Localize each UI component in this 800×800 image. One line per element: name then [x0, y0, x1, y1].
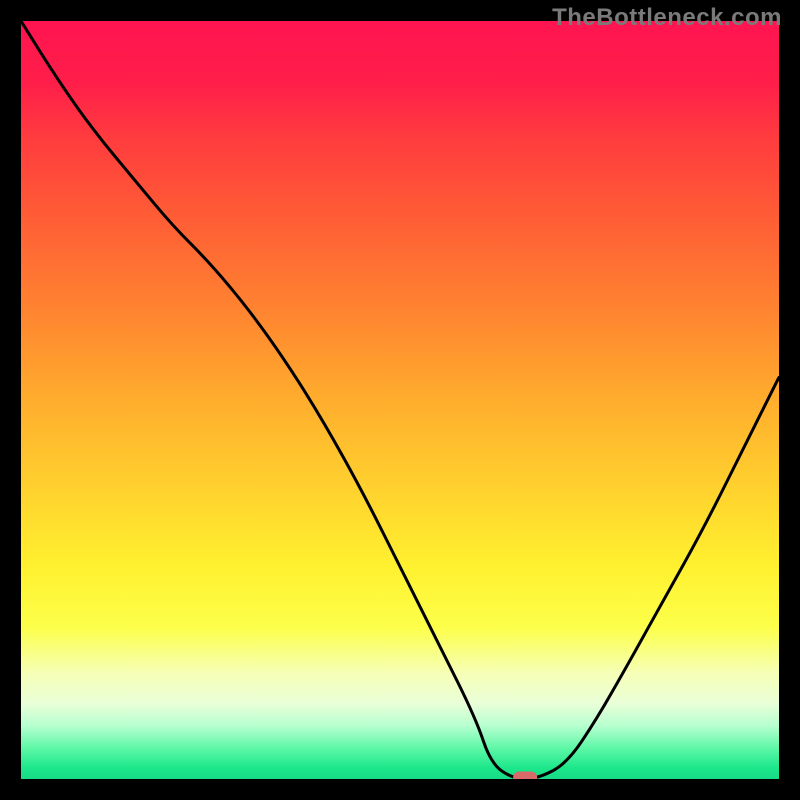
curve-layer — [21, 21, 779, 779]
watermark-text: TheBottleneck.com — [552, 4, 782, 32]
plot-area — [21, 21, 779, 779]
bottleneck-curve — [21, 21, 779, 779]
chart-container: TheBottleneck.com — [0, 0, 800, 800]
optimal-point-marker — [513, 772, 537, 780]
